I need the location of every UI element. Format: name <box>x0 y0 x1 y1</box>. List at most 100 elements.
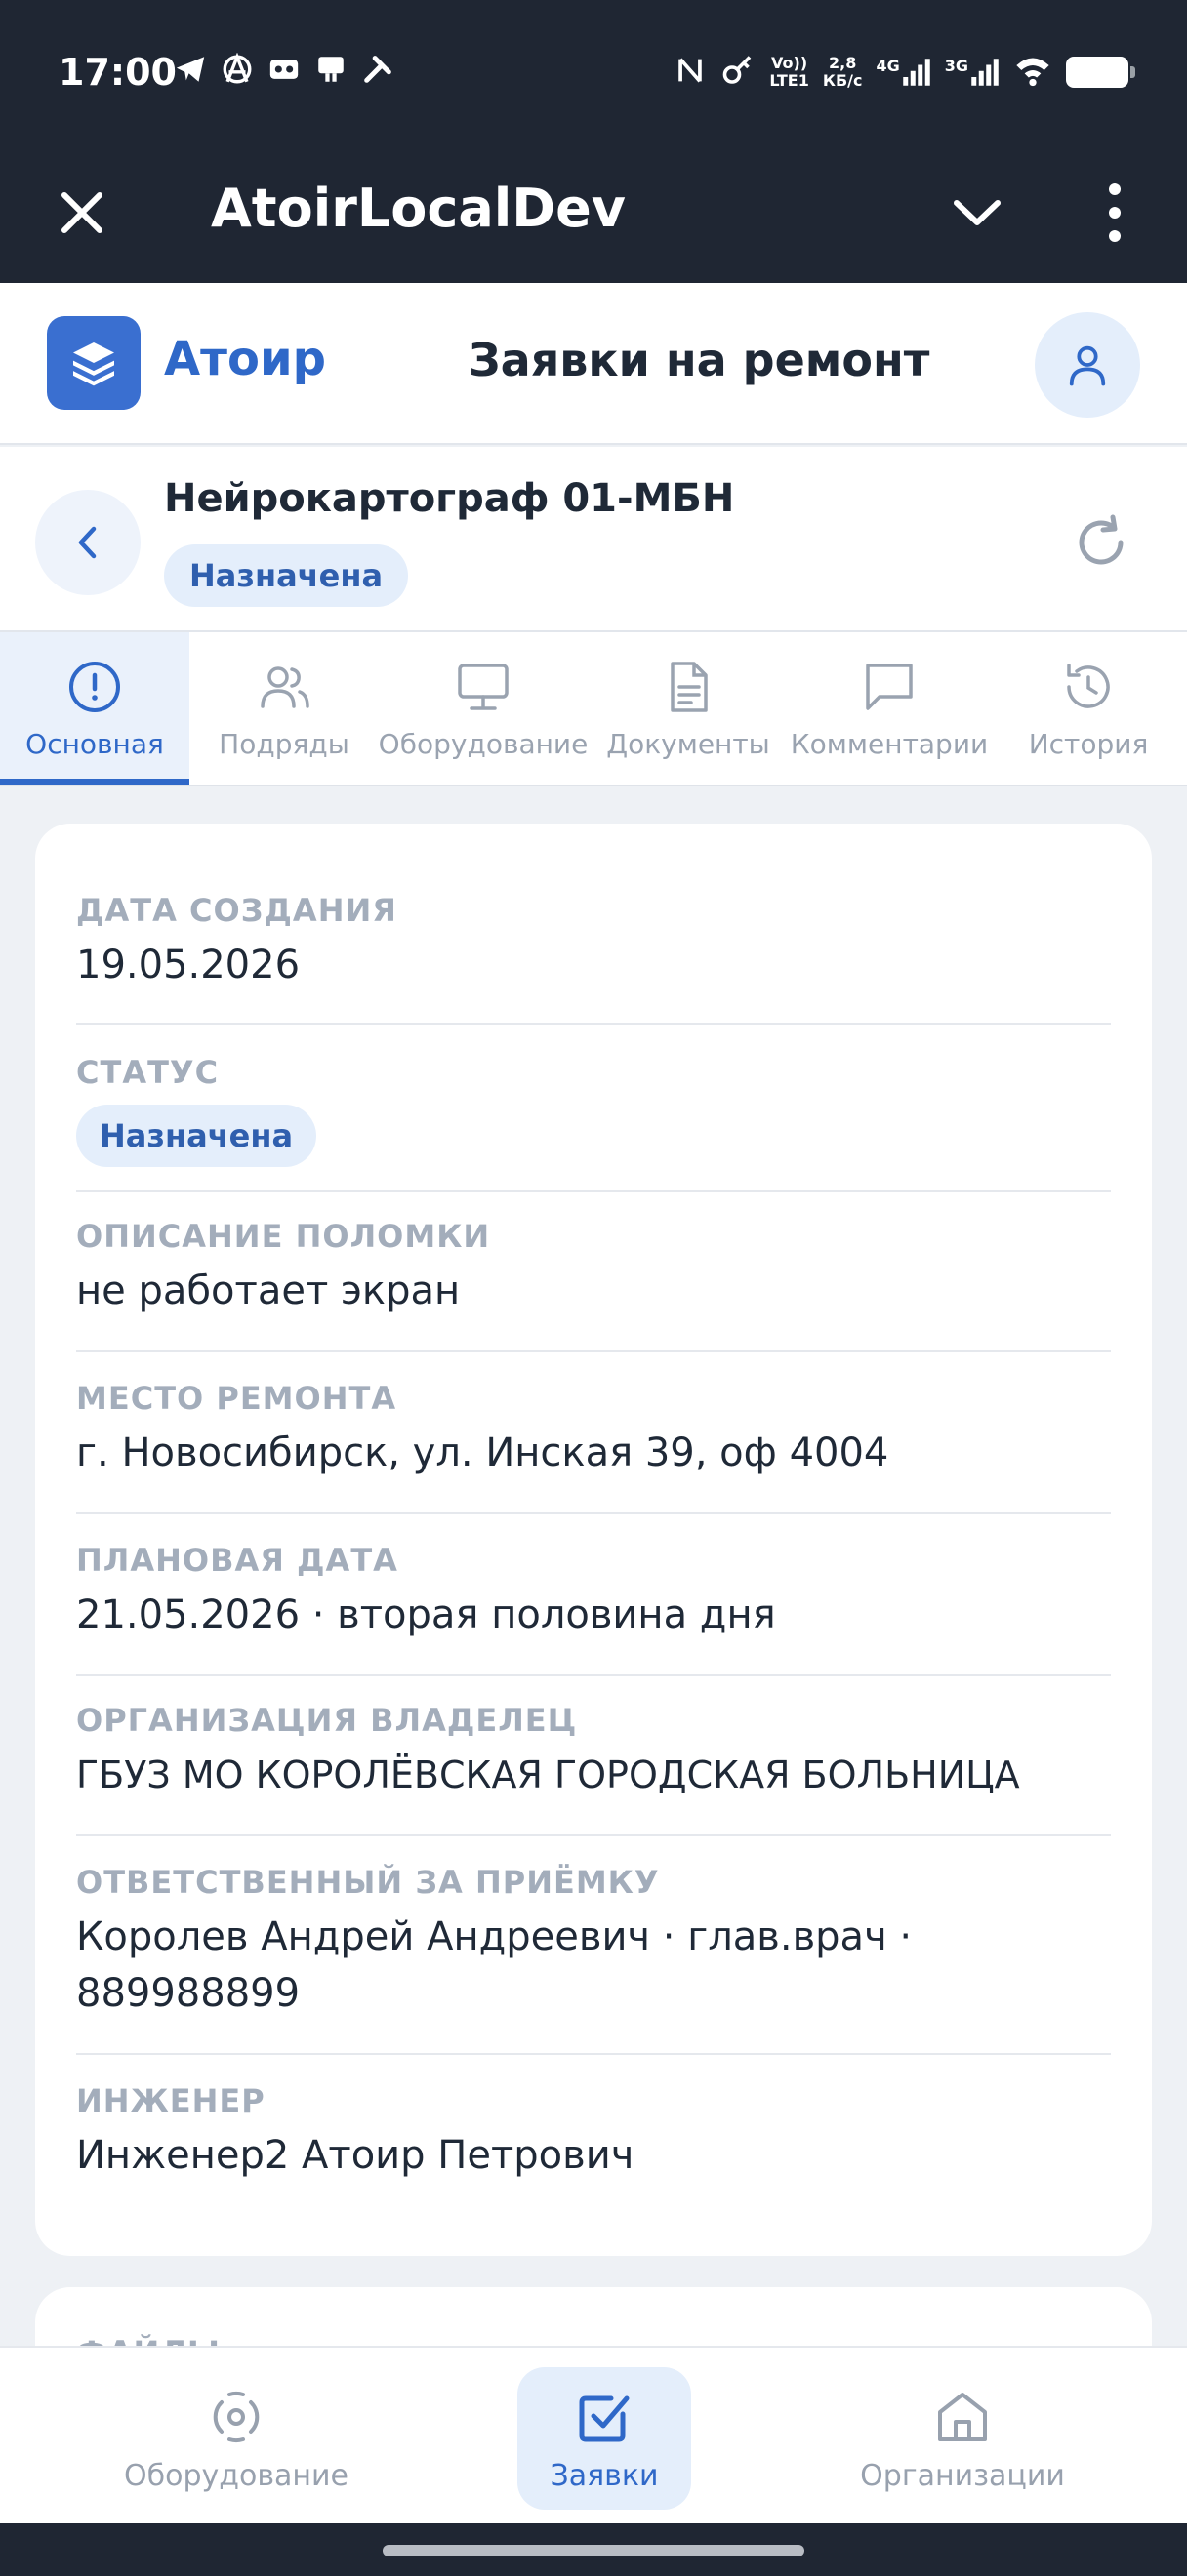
field-value: 19.05.2026 <box>76 943 301 987</box>
field-value: не работает экран <box>76 1268 461 1313</box>
field-label: ПЛАНОВАЯ ДАТА <box>76 1542 398 1579</box>
anarchy-icon <box>221 52 254 86</box>
field-created: ДАТА СОЗДАНИЯ 19.05.2026 <box>76 892 1111 993</box>
home-icon <box>938 2392 987 2441</box>
document-icon <box>671 662 708 712</box>
request-header: Нейрокартограф 01-МБН Назначена <box>0 447 1187 632</box>
network-speed: 2,8 КБ/с <box>822 54 863 90</box>
tab-label: История <box>1028 728 1149 760</box>
refresh-icon[interactable] <box>1070 511 1132 574</box>
tab-contracts[interactable]: Подряды <box>189 632 379 785</box>
field-label: СТАТУС <box>76 1054 220 1091</box>
tab-main[interactable]: Основная <box>0 632 189 785</box>
webview-title: AtoirLocalDev <box>211 178 626 239</box>
wifi-icon <box>1013 51 1052 94</box>
chevron-left-icon <box>78 526 97 559</box>
divider <box>76 1512 1111 1514</box>
nav-label: Организации <box>860 2458 1065 2493</box>
close-icon[interactable] <box>51 181 113 244</box>
field-value: г. Новосибирск, ул. Инская 39, оф 4004 <box>76 1430 889 1475</box>
checkbox-icon <box>579 2395 630 2441</box>
field-label: ОРГАНИЗАЦИЯ ВЛАДЕЛЕЦ <box>76 1702 578 1739</box>
tab-documents[interactable]: Документы <box>588 632 789 785</box>
monitor-icon <box>458 664 509 710</box>
field-engineer: ИНЖЕНЕР Инженер2 Атоир Петрович <box>76 2082 1111 2184</box>
app-header: Атоир Заявки на ремонт <box>0 283 1187 445</box>
field-status: СТАТУС Назначена <box>76 1054 1111 1167</box>
webview-toolbar: AtoirLocalDev <box>0 146 1187 283</box>
signal-sim2: 3G <box>945 58 1000 87</box>
status-bar: 17:00 Vo)) LTE1 2,8 КБ/с 4G 3G <box>0 0 1187 146</box>
field-label: МЕСТО РЕМОНТА <box>76 1380 397 1417</box>
tab-label: Комментарии <box>790 728 989 760</box>
divider <box>76 1834 1111 1836</box>
bottom-navigation: Оборудование Заявки Организации <box>0 2346 1187 2523</box>
field-description: ОПИСАНИЕ ПОЛОМКИ не работает экран <box>76 1218 1111 1319</box>
divider <box>76 2053 1111 2055</box>
home-gesture-handle[interactable] <box>383 2545 804 2556</box>
telegram-icon <box>174 53 207 86</box>
divider <box>76 1023 1111 1025</box>
tab-bar: Основная Подряды Оборудование Документы … <box>0 632 1187 786</box>
user-avatar-button[interactable] <box>1035 312 1140 418</box>
battery-icon <box>1066 57 1135 88</box>
nav-equipment[interactable]: Оборудование <box>98 2367 375 2510</box>
logo-icon[interactable] <box>47 316 141 410</box>
tools-icon <box>361 53 394 86</box>
tab-label: Подряды <box>219 728 349 760</box>
volte-indicator: Vo)) LTE1 <box>769 54 809 90</box>
key-icon <box>720 53 756 92</box>
tab-label: Основная <box>25 728 164 760</box>
field-value: 21.05.2026 · вторая половина дня <box>76 1592 776 1637</box>
field-planned-date: ПЛАНОВАЯ ДАТА 21.05.2026 · вторая полови… <box>76 1542 1111 1643</box>
user-icon <box>1069 345 1106 386</box>
field-responsible: ОТВЕТСТВЕННЫЙ ЗА ПРИЁМКУ Королев Андрей … <box>76 1864 1111 2022</box>
nav-organizations[interactable]: Организации <box>839 2367 1085 2510</box>
page-title: Заявки на ремонт <box>469 334 930 386</box>
notification-icons <box>174 52 394 86</box>
tab-label: Документы <box>606 728 770 760</box>
status-badge: Назначена <box>164 544 409 607</box>
tab-label: Оборудование <box>378 728 589 760</box>
field-owner-organization: ОРГАНИЗАЦИЯ ВЛАДЕЛЕЦ ГБУЗ МО КОРОЛЁВСКАЯ… <box>76 1702 1111 1803</box>
divider <box>76 1674 1111 1676</box>
signal-bars-icon <box>971 59 999 86</box>
status-right-icons: Vo)) LTE1 2,8 КБ/с 4G 3G <box>674 51 1135 94</box>
divider <box>76 1190 1111 1192</box>
more-vertical-icon[interactable] <box>1085 176 1144 250</box>
nav-requests[interactable]: Заявки <box>517 2367 691 2510</box>
chevron-down-icon[interactable] <box>943 181 1011 244</box>
request-title: Нейрокартограф 01-МБН <box>164 476 735 521</box>
divider <box>76 1350 1111 1352</box>
back-button[interactable] <box>35 490 141 595</box>
field-value: ГБУЗ МО КОРОЛЁВСКАЯ ГОРОДСКАЯ БОЛЬНИЦА <box>76 1753 1020 1796</box>
info-icon <box>69 662 120 712</box>
equipment-icon <box>213 2391 260 2442</box>
card-notification-icon <box>314 53 348 86</box>
tab-history[interactable]: История <box>990 632 1187 785</box>
nav-label: Оборудование <box>124 2458 348 2493</box>
history-icon <box>1067 664 1110 708</box>
signal-bars-icon <box>902 59 930 86</box>
users-icon <box>261 666 309 708</box>
signal-sim1: 4G <box>876 58 930 87</box>
tab-comments[interactable]: Комментарии <box>789 632 990 785</box>
field-value: Королев Андрей Андреевич · глав.врач · <box>76 1914 913 1959</box>
gesture-navigation-bar <box>0 2523 1187 2576</box>
field-value-continued: 889988899 <box>76 1971 301 2016</box>
field-label: ОТВЕТСТВЕННЫЙ ЗА ПРИЁМКУ <box>76 1864 660 1901</box>
field-label: ИНЖЕНЕР <box>76 2082 266 2119</box>
field-location: МЕСТО РЕМОНТА г. Новосибирск, ул. Инская… <box>76 1380 1111 1481</box>
logo-text[interactable]: Атоир <box>164 332 326 386</box>
tab-equipment[interactable]: Оборудование <box>379 632 588 785</box>
field-label: ОПИСАНИЕ ПОЛОМКИ <box>76 1218 491 1255</box>
field-label: ДАТА СОЗДАНИЯ <box>76 892 397 929</box>
comment-icon <box>866 664 913 710</box>
field-value: Инженер2 Атоир Петрович <box>76 2133 634 2178</box>
status-time: 17:00 <box>59 51 177 94</box>
nfc-icon <box>674 54 707 91</box>
nav-label: Заявки <box>550 2458 659 2493</box>
status-badge: Назначена <box>76 1105 317 1167</box>
details-card: ДАТА СОЗДАНИЯ 19.05.2026 СТАТУС Назначен… <box>35 824 1152 2256</box>
app-notification-icon <box>267 53 301 86</box>
